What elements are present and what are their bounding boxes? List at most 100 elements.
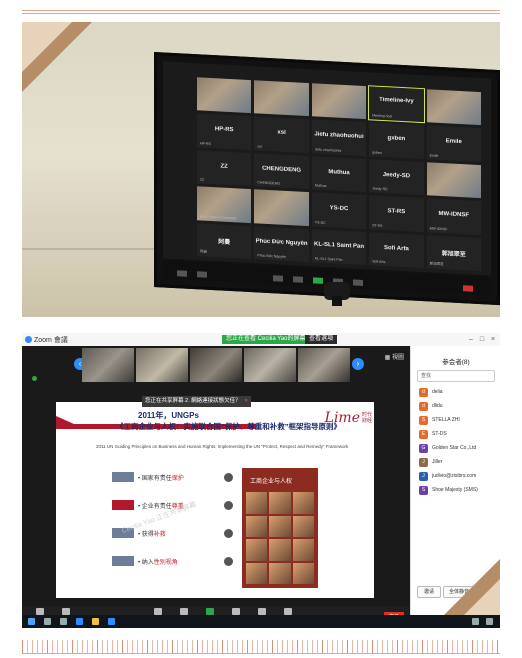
participant-tile: YS-DC YS-DC (311, 192, 367, 229)
participant-label: Jiefu zhaohuohui (314, 147, 342, 153)
participant-label: Boat Yonas Crossroads (200, 214, 237, 220)
participant-name: 郭旭翠至 (441, 250, 466, 258)
participant-tile: gxben gxben (369, 122, 424, 159)
share-screen-icon (206, 608, 214, 615)
participant-name: MW-IDNSF (438, 211, 470, 219)
participant-name: Golden Star Co.,Ltd (432, 445, 477, 451)
bottom-ruler (22, 640, 500, 654)
participant-tile: CHENGDENG CHENGDENG (254, 153, 309, 190)
participant-tile: ZZ ZZ (197, 150, 252, 187)
video-thumbnail[interactable] (298, 348, 350, 382)
participant-tile: HP-RS HP-RS (197, 113, 252, 150)
slide-logo: Lime (324, 410, 360, 426)
book-photo-grid (246, 492, 314, 584)
participant-label: Meeting host (372, 113, 393, 119)
avatar: d (419, 388, 428, 397)
view-options-button[interactable]: 查看選項 (305, 335, 338, 344)
participant-tile: MW-IDNSF MW-IDNSF (426, 198, 481, 235)
next-page-icon[interactable]: › (352, 358, 364, 370)
zoom-gallery-view: Timeline-Ivy Meeting host HP-RS HP-RS xsl xsl… (163, 61, 491, 276)
leave-icon (463, 285, 473, 292)
corner-decoration-inner (22, 22, 72, 72)
participant-label: Phúc Đức Nguyên (257, 253, 286, 259)
participant-label: Emile (429, 153, 439, 158)
avatar: S (419, 416, 428, 425)
participant-tile: Sofi Arfa Sofi Arfa (369, 231, 424, 269)
participant-name: Emile (445, 138, 462, 146)
avatar: J (419, 472, 428, 481)
maximize-icon[interactable]: □ (477, 335, 487, 344)
participant-label: Sofi Arfa (372, 259, 386, 265)
participant-name: Sofi Arfa (384, 244, 409, 252)
participant-row[interactable]: Jjudivio@zixibrs.com (419, 472, 499, 481)
slide-item-text: • 纳入 (138, 560, 154, 566)
task-view-icon[interactable] (60, 618, 67, 625)
slide-item-box (112, 556, 134, 566)
participant-row[interactable]: J Jiller (419, 458, 499, 467)
video-thumbnail[interactable] (82, 348, 134, 382)
circle-icon (224, 557, 233, 566)
share-banner-text: 您正在共享屏幕 2. 網絡連接狀態欠佳？ (145, 398, 241, 404)
participant-name: 阿曼 (218, 238, 231, 246)
shared-slide: 2011年，UNGPs 《工商企业与人权：实施联合国“保护、尊重和补救”框架指导… (56, 402, 374, 598)
participant-label: HP-RS (200, 141, 211, 146)
participant-tile: Jiefu zhaohuohui Jiefu zhaohuohui (311, 119, 367, 156)
participant-tile: Boat Yonas Crossroads (197, 186, 252, 223)
search-icon[interactable] (44, 618, 51, 625)
folder-icon[interactable] (92, 618, 99, 625)
participant-name: CHENGDENG (262, 165, 302, 174)
participant-tile (197, 77, 252, 114)
participant-tile: Emile Emile (426, 125, 481, 162)
windows-start-icon[interactable] (28, 618, 35, 625)
zoom-taskbar-icon[interactable] (108, 618, 115, 625)
participant-name: xsl (277, 129, 286, 137)
top-rule (22, 10, 500, 11)
participant-label: KL-SL1 Saint Pan (314, 256, 343, 262)
participant-row[interactable]: E ST-DS (419, 430, 499, 439)
participant-row[interactable]: G Golden Star Co.,Ltd (419, 444, 499, 453)
participant-row[interactable]: S Shoe Majesty (SMS) (419, 486, 499, 495)
panel-title: 参会者(8) (442, 359, 470, 366)
participant-name: YS-DC (329, 205, 349, 213)
share-icon (313, 277, 323, 284)
slide-item-text: • 国家有责任 (138, 476, 172, 482)
participant-row[interactable]: d delia (419, 388, 499, 397)
participant-tile: 郭旭翠至 郭旭翠至 (426, 234, 481, 272)
participant-label: 阿曼 (200, 249, 207, 254)
participant-row[interactable]: d dlidu (419, 402, 499, 411)
title-bar: Zoom 會議 您正在查看 Cecilia Yao的屏幕 查看選項 – □ × (22, 333, 500, 347)
participant-name: judivio@zixibrs.com (432, 473, 477, 479)
participant-label: CHENGDENG (257, 180, 281, 186)
participant-name: Shoe Majesty (SMS) (432, 487, 478, 493)
participant-row[interactable]: S STELLA ZHI (419, 416, 499, 425)
participant-name: HP-RS (214, 126, 234, 134)
video-thumbnail[interactable] (244, 348, 296, 382)
mic-icon (36, 608, 44, 615)
minimize-icon[interactable]: – (466, 335, 476, 344)
participant-label: ZZ (200, 177, 205, 182)
close-icon[interactable]: × (488, 335, 498, 344)
video-thumbnail[interactable] (190, 348, 242, 382)
edge-icon[interactable] (76, 618, 83, 625)
stop-share-icon[interactable]: × (245, 398, 248, 404)
participant-tile (254, 189, 309, 226)
circle-icon (224, 501, 233, 510)
share-notice-badge: 您正在查看 Cecilia Yao的屏幕 (222, 335, 310, 344)
participant-label: ST-RS (372, 223, 383, 228)
chat-icon (293, 276, 303, 283)
participant-search-input[interactable]: 查找 (417, 370, 495, 382)
meeting-room-photo: Timeline-Ivy Meeting host HP-RS HP-RS xsl xsl… (22, 22, 500, 317)
participant-tile: 阿曼 阿曼 (197, 222, 252, 260)
mic-icon (177, 270, 187, 277)
avatar: E (419, 430, 428, 439)
video-thumbnail[interactable] (136, 348, 188, 382)
view-toggle[interactable]: ▦ 視圖 (385, 352, 404, 361)
slide-subtitle-cn: 《工商企业与人权：实施联合国“保护、尊重和补救”框架指导原则》 (116, 422, 341, 431)
participant-name: STELLA ZHI (432, 417, 460, 423)
windows-taskbar (22, 615, 500, 628)
participant-name: Jeedy-SD (382, 171, 411, 180)
webcam-stand (332, 296, 342, 306)
participant-name: ST-DS (432, 431, 447, 437)
participant-name: Muthua (328, 168, 350, 177)
participant-label: Muthua (314, 183, 327, 189)
